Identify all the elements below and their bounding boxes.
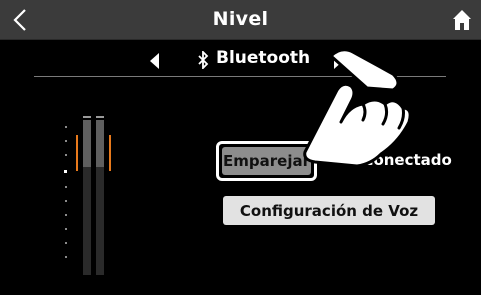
meter-cap: [83, 116, 91, 118]
scale-dot: [65, 186, 67, 188]
top-bar: Nivel: [0, 0, 481, 40]
meter-cap: [96, 116, 104, 118]
voice-settings-button[interactable]: Configuración de Voz: [223, 196, 435, 225]
peak-indicator-right: [109, 135, 111, 171]
meter-left-fill: [83, 120, 91, 167]
page-title: Nivel: [212, 8, 269, 30]
scale-dot: [65, 214, 67, 216]
scale-dot: [65, 256, 67, 258]
scale-dot: [65, 228, 67, 230]
screen: Nivel Bluetooth Emparejar Desconectado C…: [0, 0, 481, 295]
meter-right-fill: [96, 120, 104, 167]
home-icon: [453, 10, 471, 30]
scale-dot: [65, 126, 67, 128]
meter-left: [83, 120, 91, 275]
level-meters: [55, 110, 125, 275]
scale-dot: [65, 154, 67, 156]
home-button[interactable]: [451, 8, 473, 32]
triangle-left-icon[interactable]: [150, 53, 159, 69]
scale-dot: [65, 200, 67, 202]
bluetooth-icon: [198, 51, 209, 69]
pointing-hand-icon: [303, 48, 412, 168]
scale-dot: [64, 170, 67, 173]
meter-right: [96, 120, 104, 275]
scale-dot: [65, 140, 67, 142]
scale-dot: [65, 242, 67, 244]
peak-indicator-left: [76, 135, 78, 171]
